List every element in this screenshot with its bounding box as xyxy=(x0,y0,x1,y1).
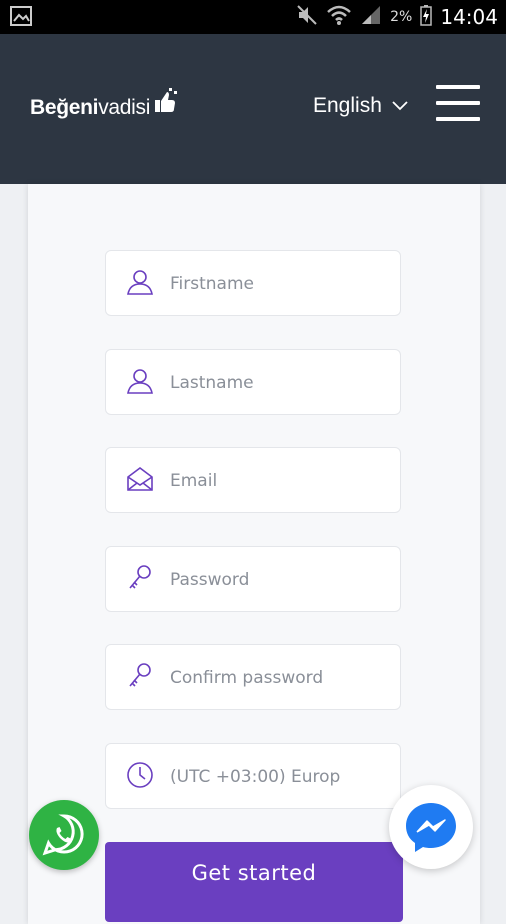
logo-light-text: vadisi xyxy=(98,96,151,119)
wifi-icon xyxy=(326,4,352,30)
thumbs-up-icon xyxy=(155,88,178,112)
language-selector[interactable]: English xyxy=(313,94,408,118)
get-started-button[interactable]: Get started xyxy=(105,842,403,922)
user-icon xyxy=(127,270,153,295)
battery-charging-icon xyxy=(420,4,433,30)
site-header: Beğeni vadisi English xyxy=(0,34,506,184)
clock-icon xyxy=(127,762,153,788)
status-bar: 2% 14:04 xyxy=(0,0,506,34)
clock: 14:04 xyxy=(440,5,498,29)
messenger-button[interactable] xyxy=(389,785,473,869)
battery-percent: 2% xyxy=(390,9,413,25)
image-notification-icon xyxy=(10,6,32,30)
confirm-password-field[interactable] xyxy=(105,644,401,710)
envelope-icon xyxy=(127,467,153,491)
password-field[interactable] xyxy=(105,546,401,612)
hamburger-menu-button[interactable] xyxy=(436,85,480,121)
email-input[interactable] xyxy=(170,466,340,496)
language-label: English xyxy=(313,94,382,117)
lastname-field[interactable] xyxy=(105,349,401,415)
user-icon xyxy=(127,369,153,394)
whatsapp-icon xyxy=(42,814,84,856)
site-logo[interactable]: Beğeni vadisi xyxy=(30,88,178,120)
password-input[interactable] xyxy=(170,565,340,595)
signal-icon xyxy=(360,4,382,30)
timezone-field[interactable] xyxy=(105,743,401,809)
mute-icon xyxy=(296,4,318,30)
logo-bold-text: Beğeni xyxy=(30,96,99,119)
confirm-password-input[interactable] xyxy=(170,663,340,693)
chevron-down-icon xyxy=(392,101,408,111)
firstname-field[interactable] xyxy=(105,250,401,316)
email-field[interactable] xyxy=(105,447,401,513)
whatsapp-button[interactable] xyxy=(29,800,99,870)
timezone-select[interactable] xyxy=(170,762,340,792)
lastname-input[interactable] xyxy=(170,368,340,398)
messenger-icon xyxy=(406,803,456,852)
key-icon xyxy=(129,663,151,687)
key-icon xyxy=(129,565,151,589)
firstname-input[interactable] xyxy=(170,269,340,299)
